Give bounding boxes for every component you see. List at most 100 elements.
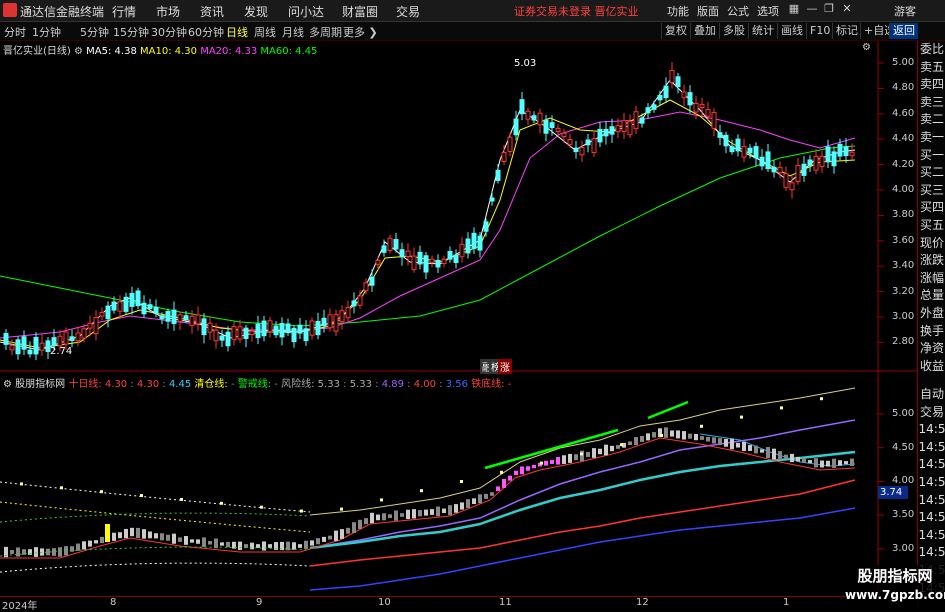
indicator-legend: ⚙ 股朋指标网 十日线: 4.30 : 4.30 : 4.45 清仓线: - 警… <box>3 379 512 390</box>
menu-layout[interactable]: 版面 <box>697 3 719 19</box>
tool-multi-stock[interactable]: 多股 <box>719 23 748 39</box>
period-weekly[interactable]: 周线 <box>254 24 276 40</box>
menu-options[interactable]: 选项 <box>757 3 779 19</box>
candle-body <box>141 302 147 315</box>
order-book-item[interactable]: 卖二 <box>918 111 945 129</box>
candle-body <box>675 76 681 88</box>
trade-panel-item[interactable]: 14:5 <box>918 421 945 439</box>
order-book-item[interactable]: 卖四 <box>918 76 945 94</box>
menu-functions[interactable]: 功能 <box>667 3 689 19</box>
indicator-candle <box>94 540 98 544</box>
trade-panel-item[interactable]: 14:5 <box>918 474 945 492</box>
trade-panel-item[interactable]: 14:5 <box>918 456 945 474</box>
tool-overlay[interactable]: 叠加 <box>690 23 719 39</box>
user-label[interactable]: 游客 <box>894 3 916 19</box>
candle-body <box>309 320 315 336</box>
warning-line-2 <box>647 400 689 420</box>
candle-body <box>765 151 771 170</box>
indicator-candle <box>562 455 566 464</box>
trade-panel-item[interactable]: 14:5 <box>918 509 945 527</box>
order-book-item[interactable]: 净资 <box>918 340 945 358</box>
tool-draw[interactable]: 画线 <box>777 23 806 39</box>
grid-icon[interactable]: ▦ <box>787 2 801 16</box>
indicator-candle <box>838 460 842 466</box>
badge-limit-up[interactable]: 涨 <box>498 359 512 374</box>
pane-settings-icon[interactable]: ⚙ <box>862 42 871 53</box>
indicator-candle <box>142 529 146 539</box>
period-more[interactable]: 更多 ❯ <box>343 24 378 40</box>
order-book-item[interactable]: 买二 <box>918 164 945 182</box>
order-book-item[interactable]: 现价 <box>918 235 945 253</box>
settings-icon[interactable]: ⚙ <box>74 46 83 57</box>
trade-panel-item[interactable]: 14:5 <box>918 439 945 457</box>
tool-stats[interactable]: 统计 <box>748 23 777 39</box>
order-book-item[interactable]: 卖一 <box>918 129 945 147</box>
ma20-label: MA20: 4.33 <box>200 46 258 57</box>
order-book-item[interactable]: 总量 <box>918 287 945 305</box>
period-5min[interactable]: 5分钟 <box>80 24 109 40</box>
trade-panel-item[interactable]: 14:5 <box>918 544 945 562</box>
trade-panel-item[interactable]: 14:5 <box>918 527 945 545</box>
indicator-candle <box>382 513 386 521</box>
menu-wealth[interactable]: 财富圈 <box>342 3 378 20</box>
order-book-item[interactable]: 涨跌 <box>918 252 945 270</box>
indicator-candle <box>244 544 248 548</box>
price-tick-label: 3.40 <box>892 260 915 272</box>
band-marker <box>660 434 663 437</box>
menu-market[interactable]: 市场 <box>156 3 180 20</box>
order-book-item[interactable]: 卖五 <box>918 59 945 77</box>
menu-trade[interactable]: 交易 <box>396 3 420 20</box>
ma10-label: MA10: 4.30 <box>140 46 198 57</box>
restore-icon[interactable]: ❐ <box>822 2 836 16</box>
order-book-item[interactable]: 卖三 <box>918 94 945 112</box>
order-book-item[interactable]: 买五 <box>918 217 945 235</box>
tool-f10[interactable]: F10 <box>806 23 833 39</box>
order-book-item[interactable]: 买三 <box>918 182 945 200</box>
order-book-item[interactable]: 收益 <box>918 358 945 376</box>
minimize-icon[interactable]: — <box>805 2 819 16</box>
period-15min[interactable]: 15分钟 <box>113 24 149 40</box>
chart-area[interactable] <box>0 0 945 609</box>
order-book-item[interactable]: 换手 <box>918 323 945 341</box>
candle-body <box>753 146 759 159</box>
menu-ask[interactable]: 问小达 <box>288 3 324 20</box>
risk-value-4: 4.00 <box>413 379 436 390</box>
indicator-candle <box>628 441 632 445</box>
menu-news[interactable]: 资讯 <box>200 3 224 20</box>
trade-panel-item[interactable]: 交易 <box>918 404 945 422</box>
indicator-name[interactable]: 股朋指标网 <box>15 379 65 390</box>
order-book-item[interactable]: 买一 <box>918 147 945 165</box>
red-line <box>309 479 856 567</box>
indicator-candle <box>226 541 230 548</box>
indicator-candle <box>784 454 788 459</box>
kline-title[interactable]: 晋亿实业(日线) <box>3 46 71 57</box>
candle-body <box>465 238 471 254</box>
period-1min[interactable]: 1分钟 <box>32 24 61 40</box>
order-book-item[interactable]: 外盘 <box>918 305 945 323</box>
candle-body <box>453 254 459 263</box>
period-multi[interactable]: 多周期 <box>309 24 342 40</box>
tool-back[interactable]: 返回 <box>889 23 918 39</box>
trade-panel-item[interactable]: 14:5 <box>918 492 945 510</box>
order-book-item[interactable]: 委比 <box>918 41 945 59</box>
indicator-candle <box>640 436 644 442</box>
trade-panel-item[interactable]: 自动 <box>918 386 945 404</box>
menu-discover[interactable]: 发现 <box>244 3 268 20</box>
clear-line <box>699 433 856 467</box>
close-icon[interactable]: ✕ <box>840 2 854 16</box>
indicator-tick-label: 4.00 <box>892 475 915 487</box>
period-60min[interactable]: 60分钟 <box>188 24 224 40</box>
menu-quotes[interactable]: 行情 <box>112 3 136 20</box>
period-monthly[interactable]: 月线 <box>282 24 304 40</box>
order-book-item[interactable]: 涨幅 <box>918 270 945 288</box>
warning-line-1 <box>484 428 619 470</box>
menu-formula[interactable]: 公式 <box>727 3 749 19</box>
tool-rights[interactable]: 复权 <box>661 23 690 39</box>
order-book-item[interactable]: 买四 <box>918 199 945 217</box>
tool-mark[interactable]: 标记 <box>832 23 861 39</box>
period-daily[interactable]: 日线 <box>226 24 248 40</box>
indicator-settings-icon[interactable]: ⚙ <box>3 379 12 390</box>
period-intraday[interactable]: 分时 <box>4 24 26 40</box>
period-30min[interactable]: 30分钟 <box>151 24 187 40</box>
login-notice[interactable]: 证券交易未登录 晋亿实业 <box>514 3 639 19</box>
